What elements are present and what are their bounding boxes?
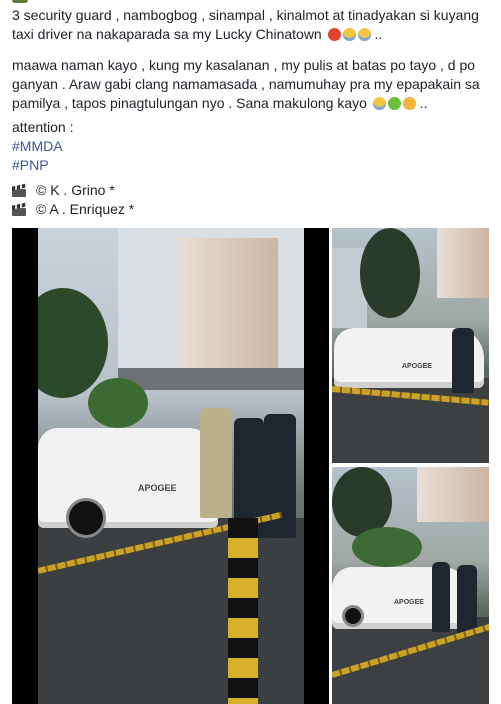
clapper-board-icon [12,185,28,197]
billboard [178,238,278,378]
photo-thumbnail-2[interactable]: APOGEE [332,467,489,704]
credit-text-1: © K . Grino * [36,182,115,198]
mall-canopy [118,368,304,390]
post-line-3: maawa naman kayo , kung my kasalanan , m… [12,57,476,73]
tree [88,378,148,428]
thumbnail-1-frame: APOGEE [332,228,489,463]
post-line-4: ganyan . Araw gabi clang namamasada , na… [12,76,480,92]
credit-line-2: © A . Enriquez * [12,200,134,219]
tree [38,288,108,398]
tree [352,527,422,567]
billboard [437,228,489,298]
credit-text-2: © A . Enriquez * [36,201,135,217]
taxi-logo: APOGEE [138,483,177,493]
hashtag-mmda[interactable]: #MMDA [12,137,63,156]
guard [457,565,477,635]
photo-thumbnail-1[interactable]: APOGEE [332,228,489,463]
post-line-2-suffix: .. [370,26,383,42]
clapper-board-icon [12,204,28,216]
post-line-5: pamilya , tapos pinagtulungan nyo . Sana… [12,94,427,113]
guard [200,408,232,518]
barrier-post [228,518,258,704]
credit-line-1: © K . Grino * [12,181,115,200]
hashtag-pnp[interactable]: #PNP [12,156,49,175]
main-photo-frame: APOGEE [38,228,304,704]
attention-label: attention : [12,119,74,135]
guard [452,328,474,393]
main-photo[interactable]: APOGEE [12,228,329,704]
angry-face-icon [327,28,341,41]
taxi-logo: APOGEE [402,363,432,370]
nauseated-face-icon [387,97,401,110]
road [38,518,304,704]
post-line-5-suffix: .. [415,95,428,111]
thumbnail-2-frame: APOGEE [332,467,489,704]
billboard [417,467,489,522]
post-line-1: 3 security guard , nambogbog , sinampal … [12,7,479,23]
taxi-car [38,428,218,528]
persevering-face-icon [402,97,416,110]
guard [432,562,450,632]
car-wheel [342,605,364,627]
tree [360,228,420,318]
screaming-face-icon [372,97,386,110]
taxi-logo: APOGEE [394,599,424,606]
screaming-face-icon [357,28,371,41]
avatar-edge [12,0,28,3]
car-wheel [66,498,106,538]
screaming-face-icon [342,28,356,41]
post-line-5-text: pamilya , tapos pinagtulungan nyo . Sana… [12,95,367,111]
post-line-2-text: taxi driver na nakaparada sa my Lucky Ch… [12,26,322,42]
post-line-2: taxi driver na nakaparada sa my Lucky Ch… [12,25,382,44]
